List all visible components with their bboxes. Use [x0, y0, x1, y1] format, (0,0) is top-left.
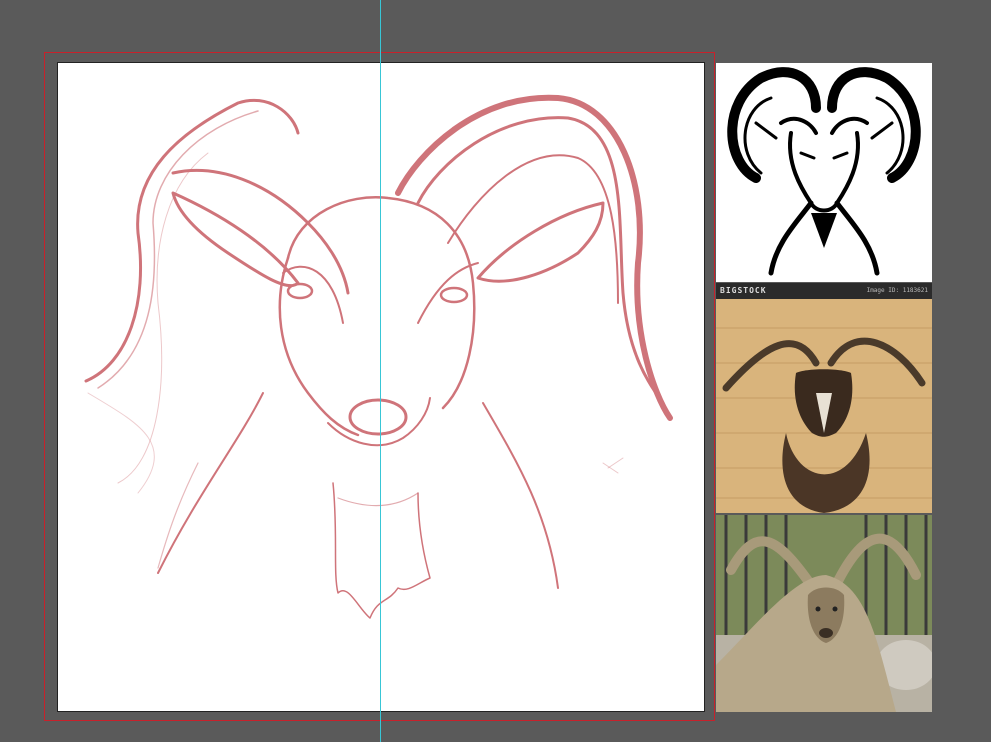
artboard-canvas[interactable]: [57, 62, 705, 712]
ibex-photo: [716, 515, 932, 712]
reference-image-ram-line-art[interactable]: [716, 63, 932, 282]
ram-head-icon: [727, 67, 921, 276]
stock-watermark-bar: BIGSTOCK Image ID: 1183621: [716, 283, 932, 299]
ibex-mount-photo: [716, 299, 932, 513]
stock-brand-text: BIGSTOCK: [720, 286, 767, 295]
reference-image-resting-ibex[interactable]: [716, 515, 932, 712]
stock-image-id: Image ID: 1183621: [866, 287, 928, 294]
goat-sketch: [84, 94, 673, 619]
reference-image-mounted-ibex[interactable]: BIGSTOCK Image ID: 1183621: [716, 283, 932, 513]
vertical-guide-line[interactable]: [380, 0, 381, 742]
